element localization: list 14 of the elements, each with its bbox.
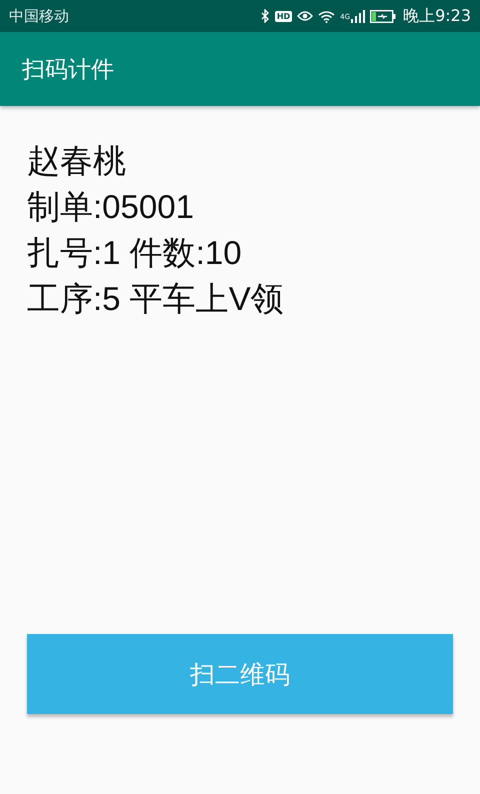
scan-qr-button[interactable]: 扫二维码 bbox=[27, 634, 453, 714]
info-line: 工序:5 平车上V领 bbox=[27, 279, 285, 319]
bluetooth-icon bbox=[260, 9, 270, 23]
app-title: 扫码计件 bbox=[22, 56, 114, 84]
hd-badge: HD bbox=[274, 10, 292, 22]
info-line: 制单:05001 bbox=[27, 187, 195, 227]
wifi-icon bbox=[318, 10, 336, 22]
battery-icon bbox=[370, 10, 396, 22]
eye-icon bbox=[297, 10, 314, 22]
carrier-name: 中国移动 bbox=[9, 6, 69, 26]
info-line: 扎号:1 件数:10 bbox=[27, 233, 243, 273]
signal-icon bbox=[351, 9, 366, 23]
clock-time: 晚上9:23 bbox=[403, 6, 471, 26]
info-line: 赵春桃 bbox=[27, 141, 127, 181]
